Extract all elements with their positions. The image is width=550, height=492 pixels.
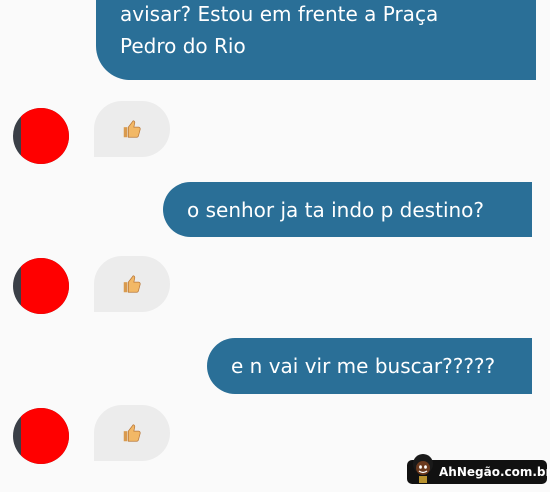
thumbs-up-icon	[123, 424, 141, 442]
outgoing-message-1: avisar? Estou em frente a Praça Pedro do…	[96, 0, 536, 80]
outgoing-message-2: o senhor ja ta indo p destino?	[163, 182, 532, 237]
watermark-text: AhNegão.com.br	[439, 465, 550, 479]
avatar[interactable]	[13, 258, 69, 314]
thumbs-up-icon	[123, 120, 141, 138]
incoming-message-2	[94, 256, 170, 312]
afro-mascot-icon	[413, 454, 433, 483]
avatar[interactable]	[13, 108, 69, 164]
thumbs-up-icon	[123, 275, 141, 293]
avatar[interactable]	[13, 408, 69, 464]
redaction-box	[21, 258, 69, 314]
redaction-box	[21, 408, 69, 464]
watermark: AhNegão.com.br	[407, 454, 550, 484]
outgoing-message-3: e n vai vir me buscar?????	[207, 338, 532, 394]
incoming-message-3	[94, 405, 170, 461]
redaction-box	[21, 108, 69, 164]
incoming-message-1	[94, 101, 170, 157]
chat-thread: avisar? Estou em frente a Praça Pedro do…	[0, 0, 550, 492]
